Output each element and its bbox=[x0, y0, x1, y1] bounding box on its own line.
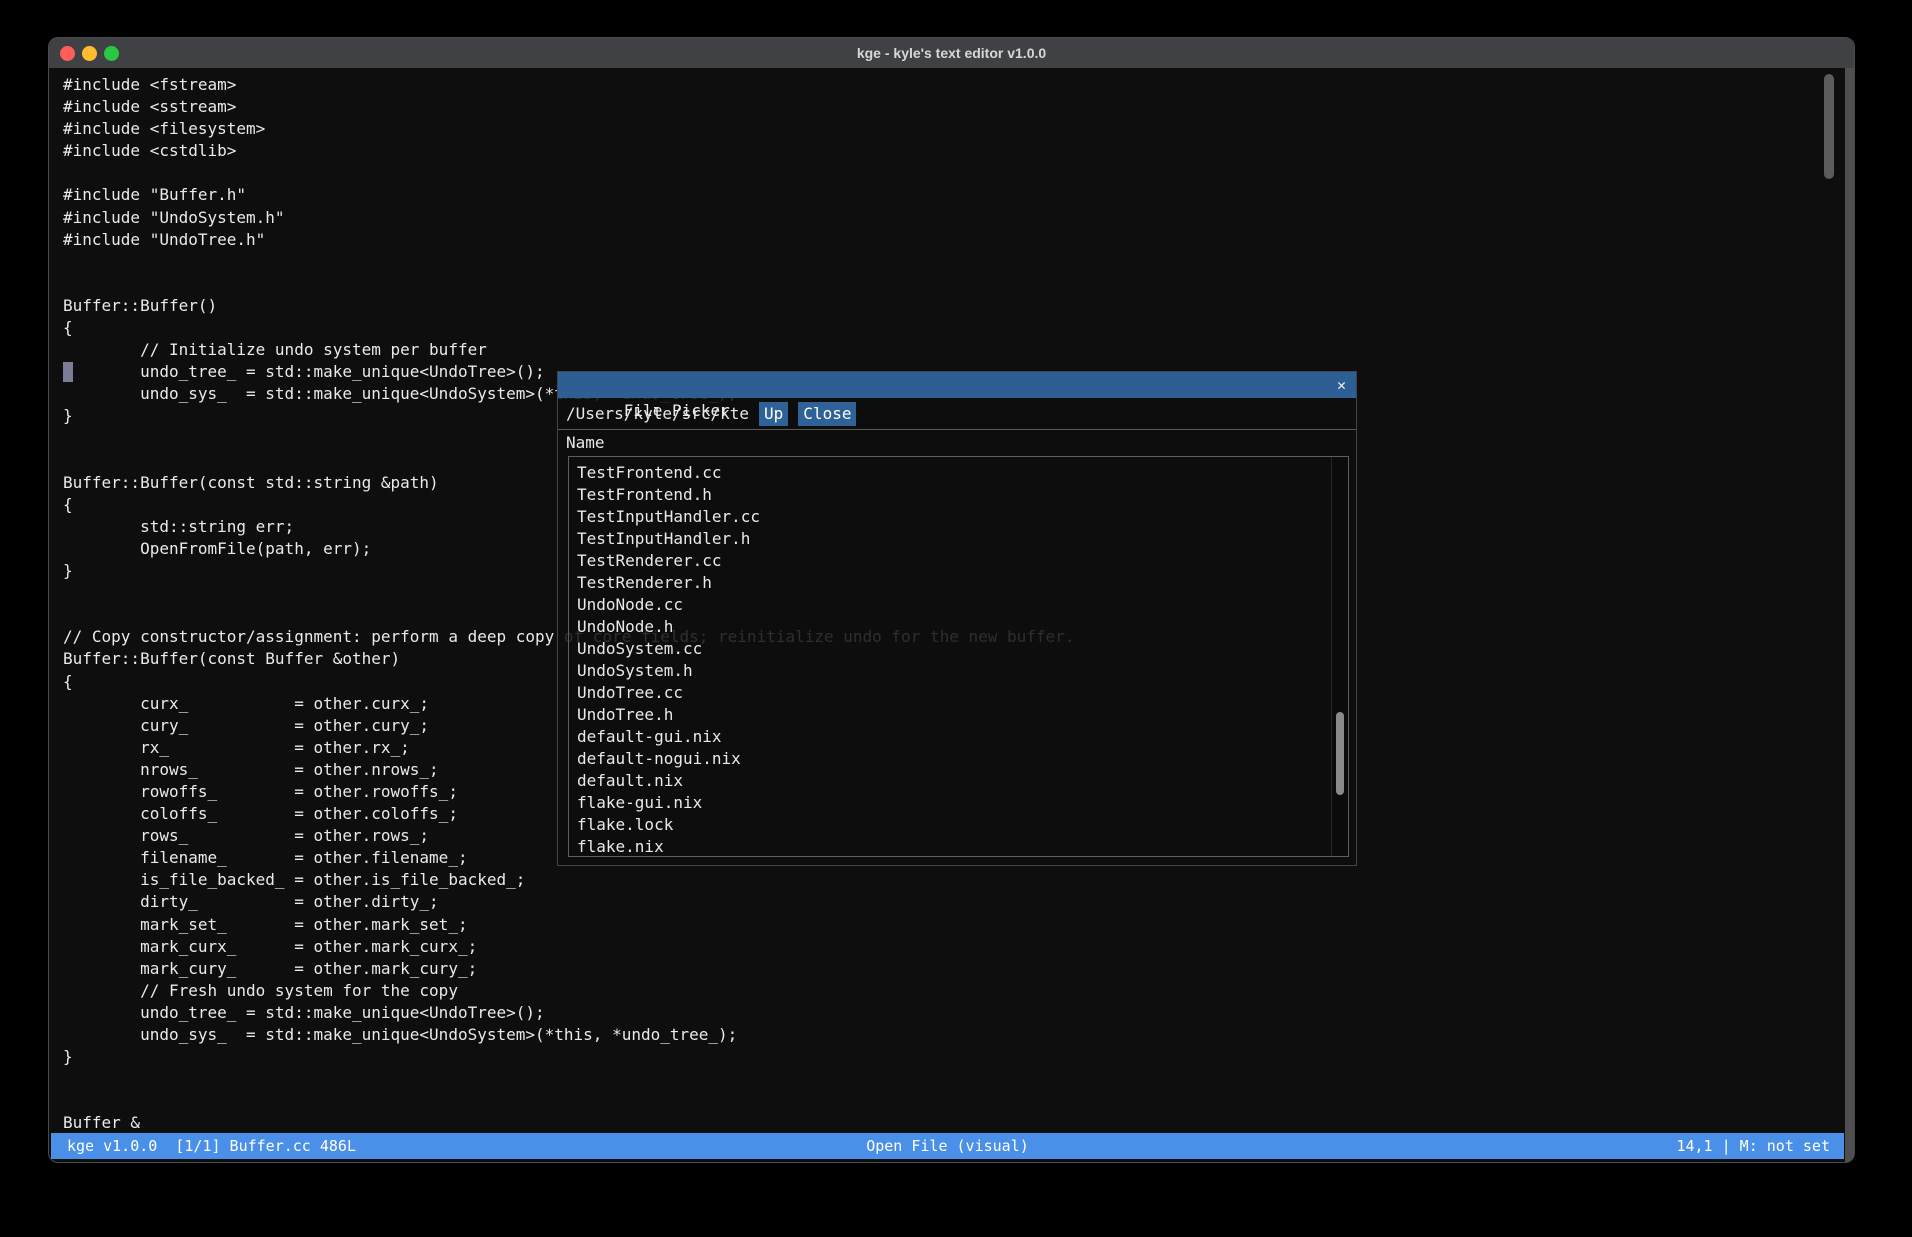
window-titlebar[interactable]: kge - kyle's text editor v1.0.0 bbox=[49, 38, 1854, 68]
dialog-titlebar: File Picker ✕ bbox=[558, 372, 1356, 398]
file-list-item[interactable]: UndoSystem.cc bbox=[569, 638, 1348, 660]
file-list-item[interactable]: default.nix bbox=[569, 770, 1348, 792]
status-left: kge v1.0.0 [1/1] Buffer.cc 486L bbox=[67, 1133, 356, 1159]
file-list: TestFrontend.ccTestFrontend.hTestInputHa… bbox=[568, 456, 1349, 857]
editor-scrollbar-thumb[interactable] bbox=[1824, 74, 1834, 179]
screen: kge - kyle's text editor v1.0.0 #include… bbox=[0, 0, 1912, 1237]
file-list-item[interactable]: UndoSystem.h bbox=[569, 660, 1348, 682]
file-list-item[interactable]: flake.nix bbox=[569, 836, 1348, 857]
file-picker-dialog: File Picker ✕ /Users/kyle/src/kte Up Clo… bbox=[557, 371, 1357, 866]
file-list-item[interactable]: TestInputHandler.cc bbox=[569, 506, 1348, 528]
current-path: /Users/kyle/src/kte bbox=[566, 402, 749, 426]
up-button[interactable]: Up bbox=[759, 402, 788, 426]
close-icon[interactable]: ✕ bbox=[1337, 372, 1346, 398]
file-list-item[interactable]: default-gui.nix bbox=[569, 726, 1348, 748]
window-right-edge bbox=[1845, 68, 1854, 1162]
file-list-item[interactable]: TestRenderer.cc bbox=[569, 550, 1348, 572]
status-bar: kge v1.0.0 [1/1] Buffer.cc 486L Open Fil… bbox=[51, 1133, 1844, 1159]
dialog-separator bbox=[558, 429, 1356, 430]
file-list-item[interactable]: flake.lock bbox=[569, 814, 1348, 836]
name-column-header: Name bbox=[566, 433, 605, 453]
file-list-item[interactable]: UndoTree.h bbox=[569, 704, 1348, 726]
file-list-item[interactable]: default-nogui.nix bbox=[569, 748, 1348, 770]
dialog-path-row: /Users/kyle/src/kte Up Close bbox=[558, 398, 1356, 429]
file-list-item[interactable]: UndoTree.cc bbox=[569, 682, 1348, 704]
file-list-item[interactable]: UndoNode.cc bbox=[569, 594, 1348, 616]
close-button[interactable]: Close bbox=[798, 402, 856, 426]
file-list-scrollbar-track[interactable] bbox=[1331, 457, 1348, 856]
editor-cursor bbox=[63, 362, 73, 382]
file-list-item[interactable]: TestFrontend.cc bbox=[569, 462, 1348, 484]
file-list-item[interactable]: TestRenderer.h bbox=[569, 572, 1348, 594]
status-right: 14,1 | M: not set bbox=[1676, 1133, 1830, 1159]
file-list-item[interactable]: flake-gui.nix bbox=[569, 792, 1348, 814]
file-list-item[interactable]: TestFrontend.h bbox=[569, 484, 1348, 506]
file-list-item[interactable]: TestInputHandler.h bbox=[569, 528, 1348, 550]
file-list-item[interactable]: UndoNode.h bbox=[569, 616, 1348, 638]
window-title: kge - kyle's text editor v1.0.0 bbox=[49, 38, 1854, 68]
file-list-scrollbar-thumb[interactable] bbox=[1336, 712, 1344, 795]
